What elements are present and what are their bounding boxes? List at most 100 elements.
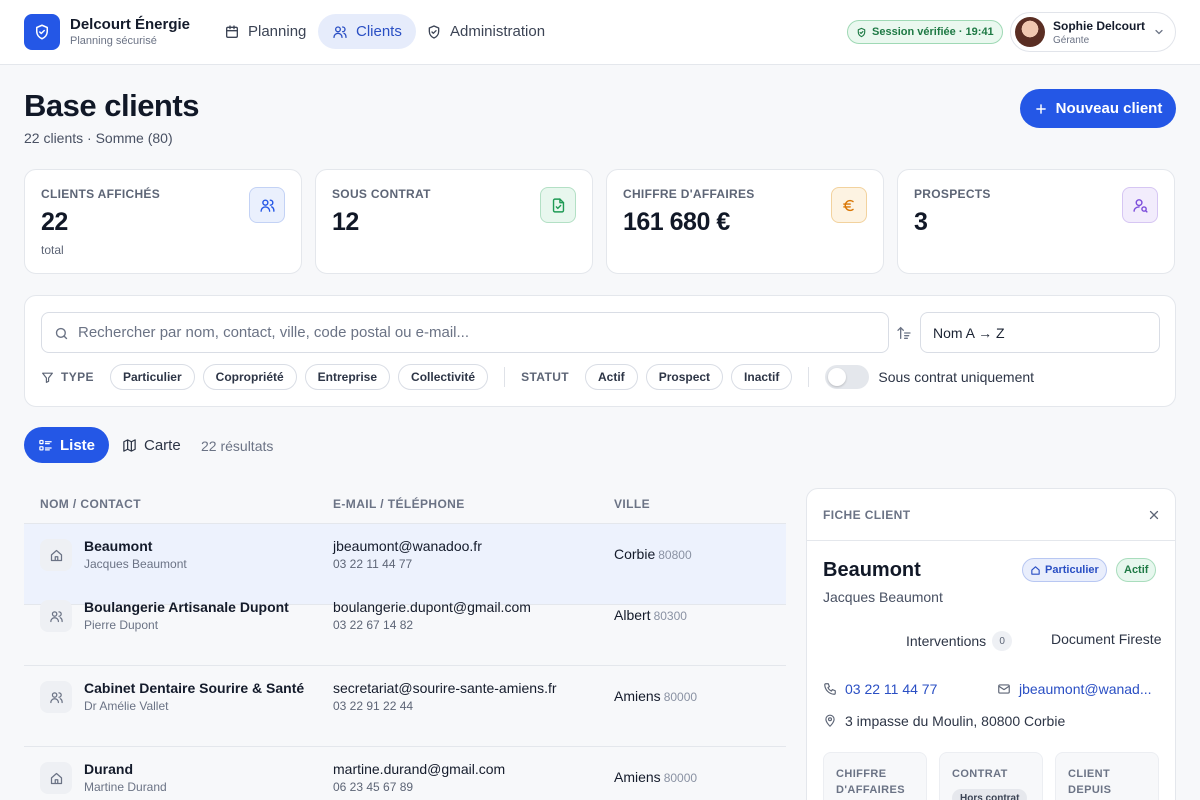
chip-copropriete[interactable]: Copropriété [202,364,297,390]
sort-select[interactable]: Nom A → Z [920,312,1160,353]
brand-name: Delcourt Énergie [70,16,191,33]
result-count: 22 résultats [201,438,274,454]
column-header-city[interactable]: VILLE [614,497,650,511]
tab-count: 0 [992,631,1013,651]
detail-header-label: FICHE CLIENT [823,508,911,522]
status-badge: Actif [1116,558,1157,582]
nav-planning-label: Planning [248,23,307,40]
client-phone: 06 23 45 67 89 [333,780,414,794]
contract-badge: Hors contrat [952,789,1028,800]
home-icon [50,549,62,561]
stat-icon-box [249,187,285,223]
calendar-icon [226,24,238,38]
nav-clients[interactable]: Clients [318,14,416,49]
client-contact: Pierre Dupont [84,618,159,632]
client-type-icon-box [40,762,72,794]
stat-card-revenue: CHIFFRE D'AFFAIRES 161 680 € [606,169,884,274]
tab-interventions-label: Interventions [906,633,987,649]
phone-link[interactable]: 03 22 11 44 77 [845,681,937,697]
user-menu[interactable]: Sophie Delcourt Gérante [1010,12,1176,52]
type-filter-label: TYPE [41,370,94,384]
stat-icon-box [831,187,867,223]
user-search-icon [1132,198,1148,213]
new-client-button[interactable]: Nouveau client [1020,89,1176,128]
sort-icon[interactable] [896,325,912,341]
view-list-label: Liste [60,436,96,454]
type-badge: Particulier [1022,558,1107,582]
client-name: Cabinet Dentaire Sourire & Santé [84,680,305,696]
detail-email[interactable]: jbeaumont@wanad... [997,681,1152,697]
contract-toggle[interactable] [825,365,870,389]
avatar [1015,17,1045,47]
stat-note: total [41,243,64,257]
search-icon [55,327,68,340]
detail-header: FICHE CLIENT [807,489,1175,541]
view-map-button[interactable]: Carte [108,427,195,463]
search-input[interactable] [78,313,878,352]
table-row[interactable]: Durand Martine Durand martine.durand@gma… [24,747,786,800]
city-name: Amiens [614,688,661,704]
table-row[interactable]: Boulangerie Artisanale Dupont Pierre Dup… [24,585,786,666]
city-name: Albert [614,607,651,623]
chip-actif[interactable]: Actif [585,364,638,390]
brand-logo[interactable] [24,14,60,50]
user-name: Sophie Delcourt [1053,19,1146,33]
view-list-button[interactable]: Liste [24,427,110,463]
filter-row: TYPE Particulier Copropriété Entreprise … [41,364,1034,390]
detail-client-name: Beaumont [823,559,921,581]
zip-code: 80000 [663,771,698,785]
users-icon [333,25,347,38]
client-city: Amiens 80000 [614,688,697,704]
column-header-name[interactable]: NOM / CONTACT [40,497,141,511]
client-city: Albert 80300 [614,607,687,623]
shield-icon [428,24,440,39]
type-badge-label: Particulier [1045,564,1099,576]
table-row[interactable]: Cabinet Dentaire Sourire & Santé Dr Amél… [24,666,786,747]
chip-particulier[interactable]: Particulier [109,364,195,390]
tab-document-label: Document Fireste [1051,631,1162,647]
tab-document[interactable]: Document Fireste [1051,631,1161,647]
stat-label: CLIENTS AFFICHÉS [41,187,161,201]
email-link[interactable]: jbeaumont@wanad... [1019,681,1152,697]
client-type-icon-box [40,600,72,632]
file-check-icon [552,197,564,213]
detail-phone[interactable]: 03 22 11 44 77 [823,681,937,697]
tab-interventions[interactable]: Interventions 0 [906,631,1013,651]
users-icon [259,198,275,212]
client-contact: Dr Amélie Vallet [84,699,169,713]
filter-icon [42,372,53,383]
close-icon[interactable] [1147,508,1161,522]
search-box[interactable] [41,312,889,353]
zip-code: 80800 [658,548,692,562]
city-name: Corbie [614,546,656,562]
chip-inactif[interactable]: Inactif [731,364,793,390]
brand-subtitle: Planning sécurisé [70,35,157,47]
column-header-email[interactable]: E-MAIL / TÉLÉPHONE [333,497,465,511]
page-title: Base clients [24,88,199,123]
nav-planning[interactable]: Planning [210,14,320,49]
stat-value: 161 680 € [623,208,730,236]
zip-code: 80300 [653,609,687,623]
type-label: TYPE [61,370,94,384]
user-role: Gérante [1053,35,1090,46]
page-subtitle: 22 clients · Somme (80) [24,130,173,146]
stat-value: 12 [332,208,359,236]
stat-icon-box [1122,187,1158,223]
client-city: Corbie 80800 [614,546,692,562]
chip-prospect[interactable]: Prospect [645,364,724,390]
nav-administration[interactable]: Administration [412,14,559,49]
client-name: Beaumont [84,538,153,554]
zip-code: 80000 [663,690,698,704]
chip-entreprise[interactable]: Entreprise [304,364,391,390]
client-email: jbeaumont@wanadoo.fr [333,538,482,554]
chip-collectivite[interactable]: Collectivité [398,364,489,390]
client-phone: 03 22 11 44 77 [333,557,413,571]
client-contact: Martine Durand [84,780,167,794]
home-icon [50,772,62,784]
euro-icon [842,199,854,211]
client-type-icon-box [40,539,72,571]
stat-label: PROSPECTS [914,187,991,201]
client-since-card: CLIENT DEPUIS [1055,752,1159,800]
client-phone: 03 22 67 14 82 [333,618,414,632]
new-client-label: Nouveau client [1055,100,1163,117]
